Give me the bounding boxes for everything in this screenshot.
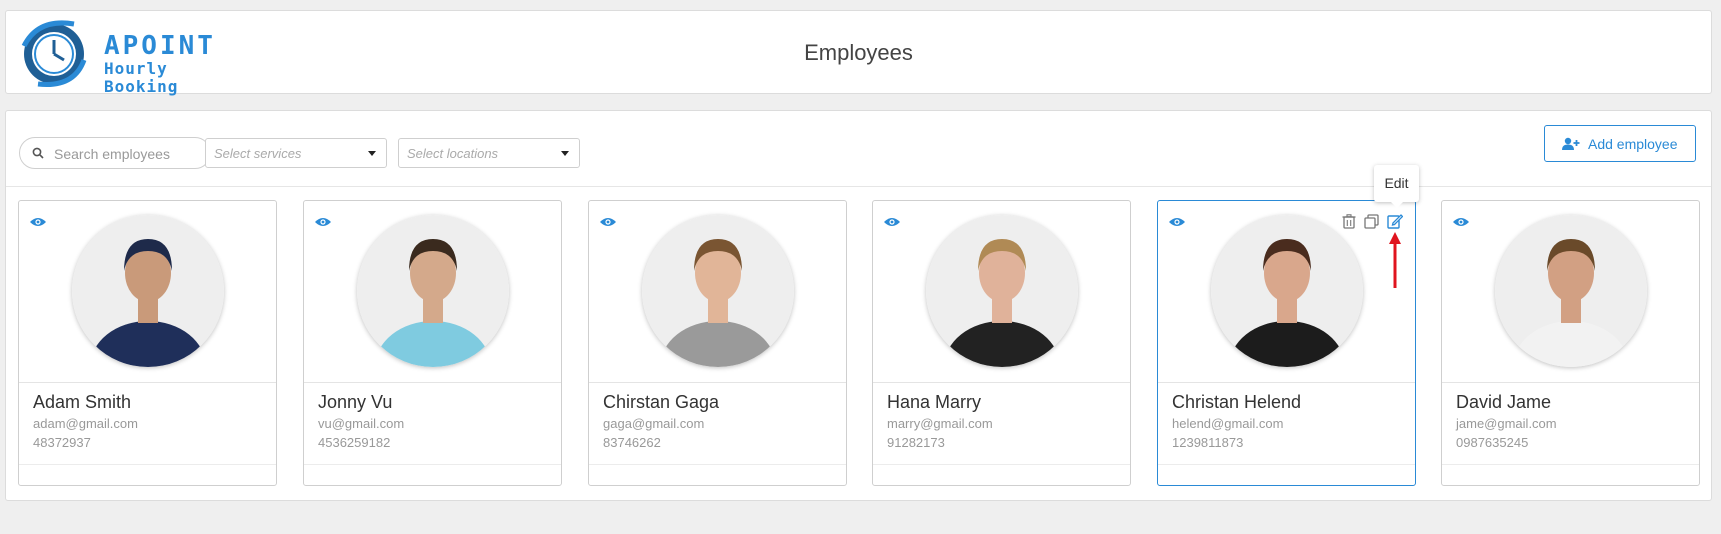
employee-photo xyxy=(1494,215,1647,367)
card-divider xyxy=(304,382,561,383)
services-select-placeholder: Select services xyxy=(214,146,302,161)
card-divider xyxy=(19,382,276,383)
edit-tooltip: Edit xyxy=(1374,165,1419,208)
edit-icon[interactable] xyxy=(1387,214,1404,229)
search-box[interactable] xyxy=(19,137,211,169)
employee-photo xyxy=(71,215,224,367)
visibility-eye-icon[interactable] xyxy=(1453,215,1469,233)
employee-email: gaga@gmail.com xyxy=(603,416,705,431)
services-select[interactable]: Select services xyxy=(205,138,387,168)
employee-phone: 4536259182 xyxy=(318,435,391,450)
employee-photo xyxy=(925,215,1078,367)
add-employee-button[interactable]: Add employee xyxy=(1544,125,1696,162)
employee-email: helend@gmail.com xyxy=(1172,416,1284,431)
employee-email: vu@gmail.com xyxy=(318,416,405,431)
employee-phone: 83746262 xyxy=(603,435,661,450)
add-employee-label: Add employee xyxy=(1588,136,1678,152)
employee-card[interactable]: Christan Helend helend@gmail.com 123981187… xyxy=(1157,200,1416,486)
card-divider xyxy=(1442,382,1699,383)
employee-email: marry@gmail.com xyxy=(887,416,993,431)
employee-name: Jonny Vu xyxy=(318,392,393,412)
visibility-eye-icon[interactable] xyxy=(1169,215,1185,233)
visibility-eye-icon[interactable] xyxy=(884,215,900,233)
employee-email: adam@gmail.com xyxy=(33,416,138,431)
employee-card[interactable]: Hana Marry marry@gmail.com 91282173 xyxy=(872,200,1131,486)
employee-card[interactable]: Jonny Vu vu@gmail.com 4536259182 xyxy=(303,200,562,486)
search-icon xyxy=(32,147,44,159)
app-header: APOINT Hourly Booking Employees xyxy=(5,10,1712,96)
toolbar-divider xyxy=(6,186,1711,187)
card-footer-divider xyxy=(589,464,846,465)
card-divider xyxy=(589,382,846,383)
card-divider xyxy=(1158,382,1415,383)
card-footer-divider xyxy=(1158,464,1415,465)
employee-name: Adam Smith xyxy=(33,392,132,412)
employee-name: Chirstan Gaga xyxy=(603,392,720,412)
trash-icon[interactable] xyxy=(1342,214,1356,229)
card-divider xyxy=(873,382,1130,383)
chevron-down-icon xyxy=(561,151,569,156)
card-footer-divider xyxy=(873,464,1130,465)
employee-phone: 0987635245 xyxy=(1456,435,1529,450)
red-arrow-annotation xyxy=(1389,232,1401,288)
employee-name: David Jame xyxy=(1456,392,1552,412)
card-footer-divider xyxy=(1442,464,1699,465)
add-user-icon xyxy=(1562,137,1580,150)
card-actions xyxy=(1334,214,1404,232)
employee-phone: 1239811873 xyxy=(1172,435,1244,450)
employee-name: Hana Marry xyxy=(887,392,982,412)
search-input[interactable] xyxy=(54,144,204,164)
locations-select[interactable]: Select locations xyxy=(398,138,580,168)
employee-card[interactable]: David Jame jame@gmail.com 0987635245 xyxy=(1441,200,1700,486)
employee-name: Christan Helend xyxy=(1172,392,1302,412)
page-title: Employees xyxy=(804,40,913,65)
chevron-down-icon xyxy=(368,151,376,156)
employee-photo xyxy=(1210,215,1363,367)
visibility-eye-icon[interactable] xyxy=(600,215,616,233)
employee-phone: 91282173 xyxy=(887,435,945,450)
card-footer-divider xyxy=(304,464,561,465)
visibility-eye-icon[interactable] xyxy=(30,215,46,233)
employee-photo xyxy=(641,215,794,367)
employee-card[interactable]: Chirstan Gaga gaga@gmail.com 83746262 xyxy=(588,200,847,486)
locations-select-placeholder: Select locations xyxy=(407,146,499,161)
visibility-eye-icon[interactable] xyxy=(315,215,331,233)
employee-card[interactable]: Adam Smith adam@gmail.com 48372937 xyxy=(18,200,277,486)
employee-photo xyxy=(356,215,509,367)
card-footer-divider xyxy=(19,464,276,465)
employee-phone: 48372937 xyxy=(33,435,91,450)
duplicate-icon[interactable] xyxy=(1364,214,1379,229)
employee-email: jame@gmail.com xyxy=(1456,416,1557,431)
